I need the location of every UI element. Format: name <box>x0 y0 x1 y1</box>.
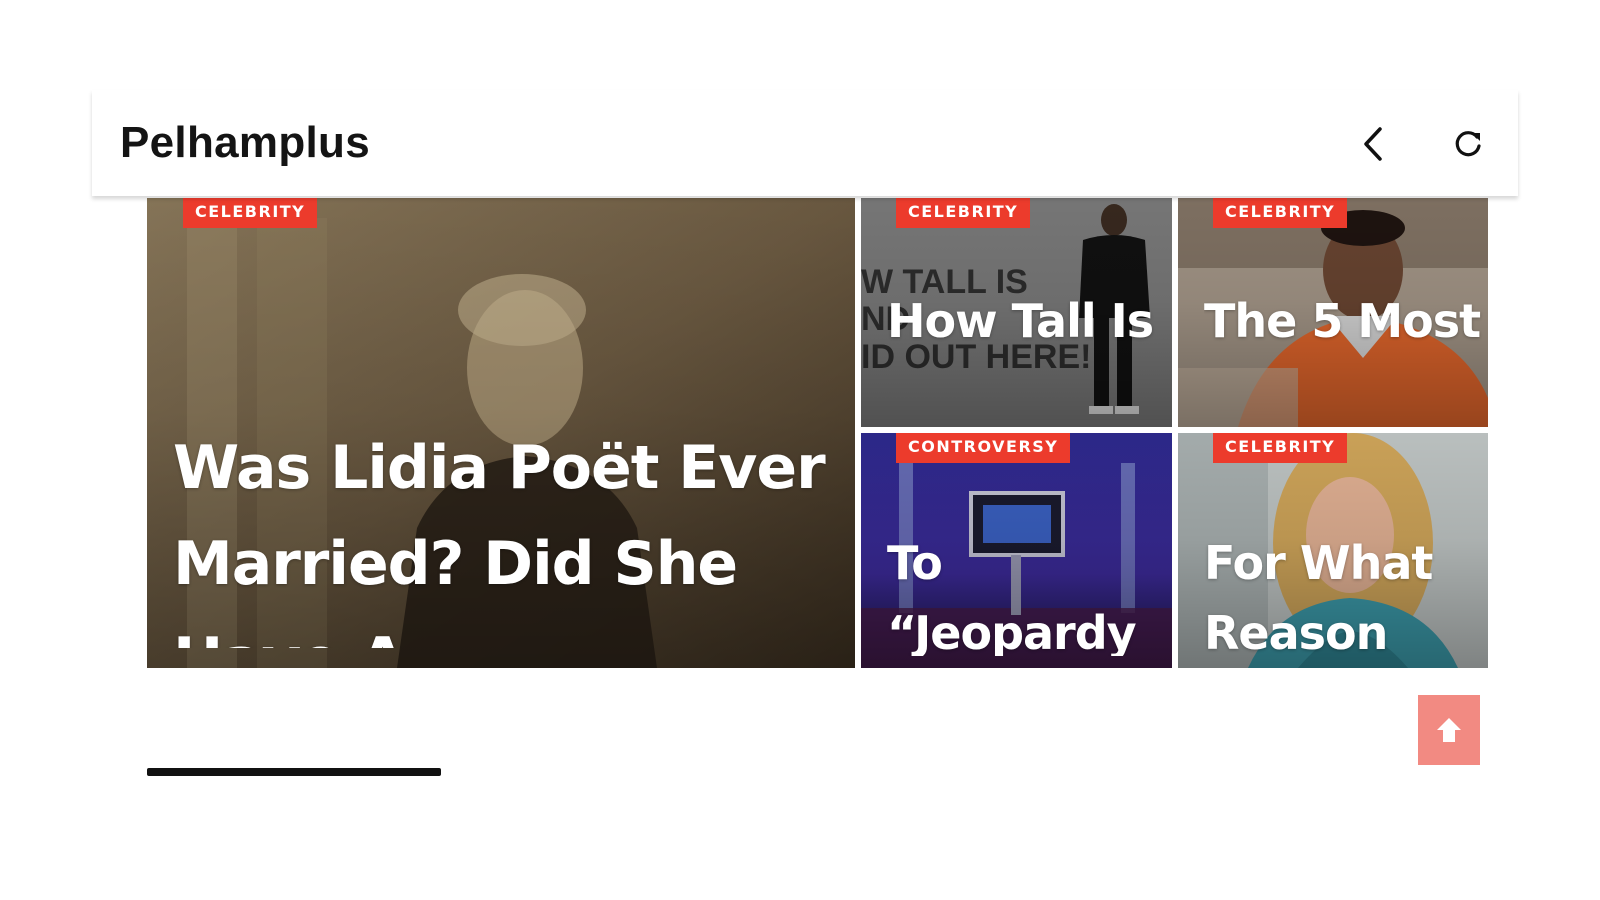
carousel-scroll-indicator[interactable] <box>147 768 441 776</box>
scroll-to-top-button[interactable] <box>1418 695 1480 765</box>
featured-article-card[interactable]: CELEBRITY Was Lidia Poët Ever Married? D… <box>147 198 855 668</box>
article-title[interactable]: For What Reason <box>1204 528 1484 656</box>
category-badge[interactable]: CELEBRITY <box>896 198 1031 228</box>
article-title[interactable]: The 5 Most <box>1204 286 1484 426</box>
article-card[interactable]: CELEBRITY The 5 Most <box>1178 198 1488 427</box>
category-badge[interactable]: CELEBRITY <box>183 198 318 228</box>
chevron-left-icon <box>1364 127 1382 161</box>
arrow-up-icon <box>1437 718 1461 742</box>
article-title[interactable]: To “Jeopardy <box>887 528 1167 656</box>
category-badge[interactable]: CELEBRITY <box>1213 198 1348 228</box>
back-button[interactable] <box>1350 120 1398 168</box>
article-card[interactable]: W TALL IS ND ID OUT HERE! CELEBRITY How … <box>861 198 1172 427</box>
app-bar: Pelhamplus <box>92 90 1518 196</box>
reload-icon <box>1455 131 1481 157</box>
app-title: Pelhamplus <box>120 118 370 167</box>
category-badge[interactable]: CONTROVERSY <box>896 433 1071 463</box>
article-title[interactable]: Was Lidia Poët Ever Married? Did She Hav… <box>173 420 833 648</box>
app-frame: Pelhamplus CELEBRITY Was Lidia Poët Ever… <box>92 90 1518 800</box>
featured-posts-grid: CELEBRITY Was Lidia Poët Ever Married? D… <box>147 198 1488 668</box>
article-card[interactable]: CONTROVERSY To “Jeopardy <box>861 433 1172 668</box>
reload-button[interactable] <box>1444 120 1492 168</box>
article-card[interactable]: CELEBRITY For What Reason <box>1178 433 1488 668</box>
article-title[interactable]: How Tall Is <box>887 286 1167 426</box>
category-badge[interactable]: CELEBRITY <box>1213 433 1348 463</box>
